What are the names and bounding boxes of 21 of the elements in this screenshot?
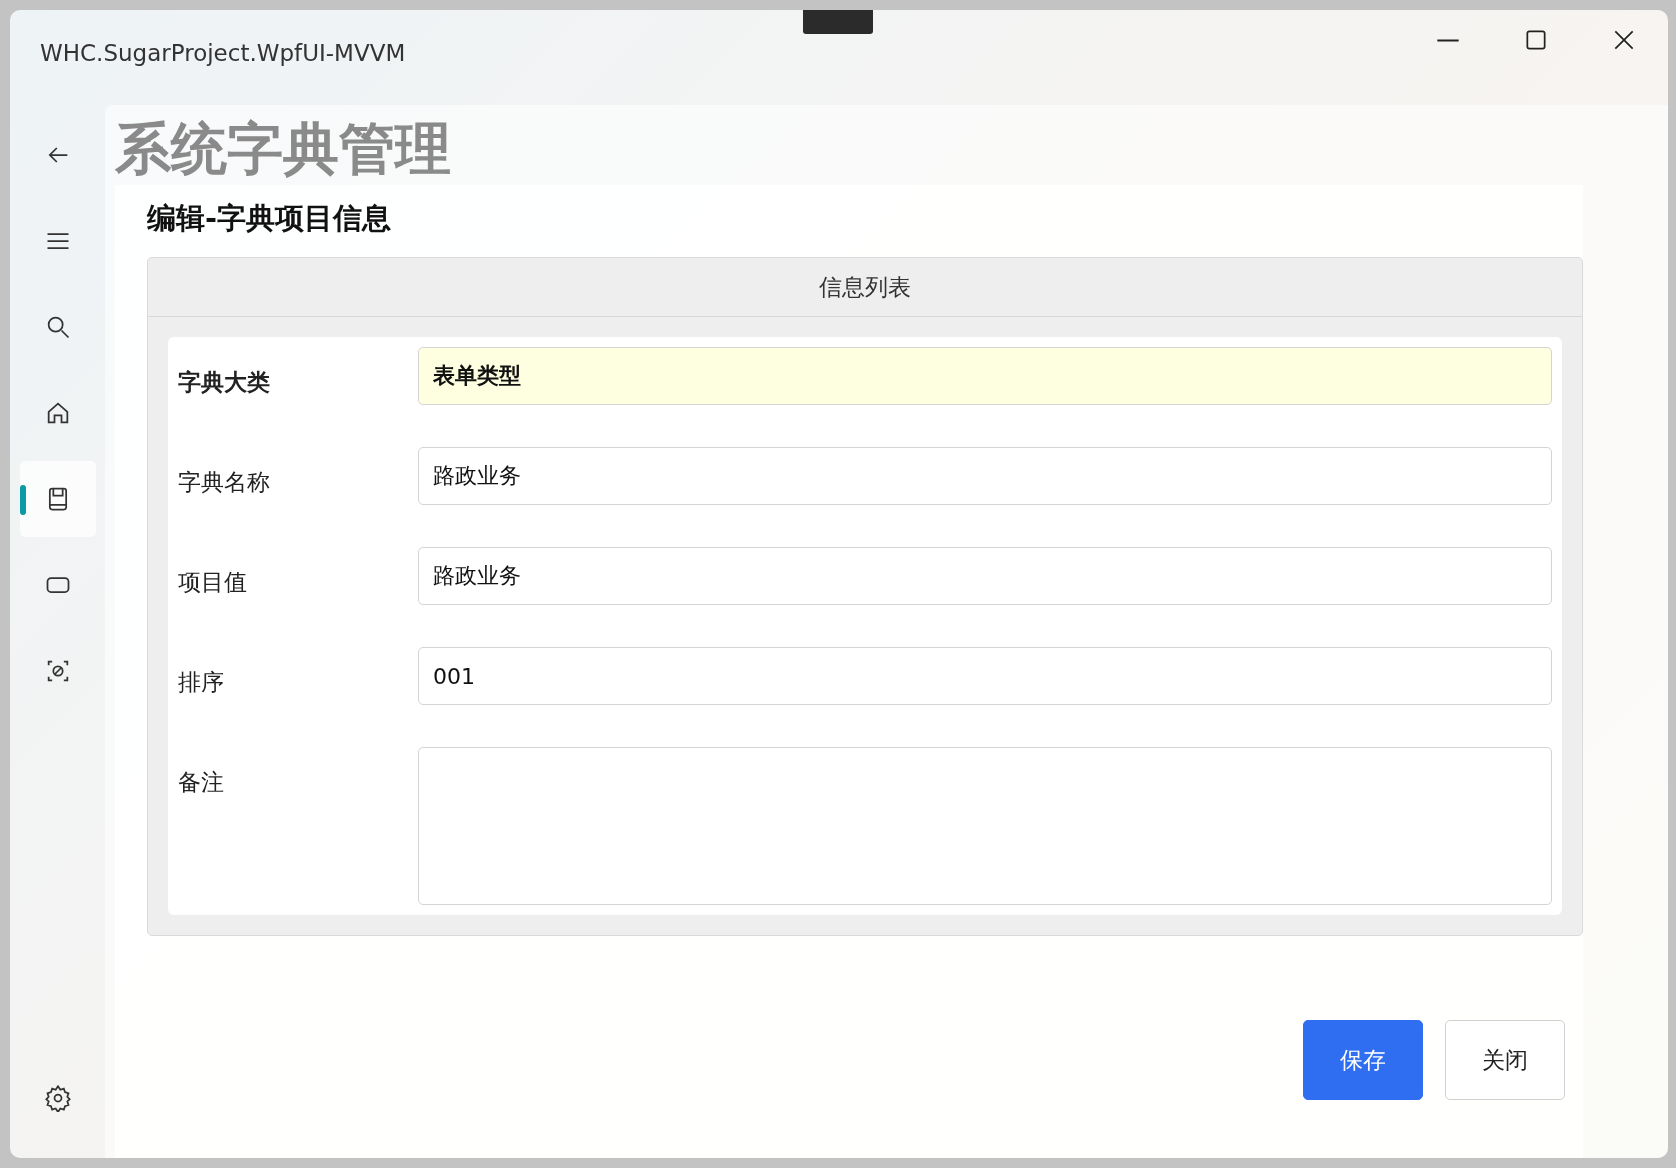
field-label: 排序 xyxy=(178,668,225,697)
save-button[interactable]: 保存 xyxy=(1303,1020,1423,1100)
textarea-field[interactable] xyxy=(418,747,1552,905)
input-field[interactable]: 表单类型 xyxy=(418,347,1552,405)
input-field[interactable]: 路政业务 xyxy=(418,547,1552,605)
minimize-icon xyxy=(1436,38,1460,42)
window-title: WHC.SugarProject.WpfUI-MVVM xyxy=(40,40,406,66)
section-title: 编辑-字典项目信息 xyxy=(147,200,393,237)
field-label: 字典大类 xyxy=(178,368,271,397)
nav-item[interactable] xyxy=(19,461,96,537)
page-title: 系统字典管理 xyxy=(115,115,452,183)
field-label: 备注 xyxy=(178,768,225,797)
drag-handle[interactable] xyxy=(803,10,873,34)
maximize-icon xyxy=(1523,27,1549,53)
settings-icon xyxy=(43,1084,72,1112)
panel-header: 信息列表 xyxy=(148,258,1582,317)
input-field[interactable]: 路政业务 xyxy=(418,447,1552,505)
field-label: 项目值 xyxy=(178,568,248,597)
input-field[interactable]: 001 xyxy=(418,647,1552,705)
field-label: 字典名称 xyxy=(178,468,271,497)
close-dialog-button[interactable]: 关闭 xyxy=(1445,1020,1565,1100)
